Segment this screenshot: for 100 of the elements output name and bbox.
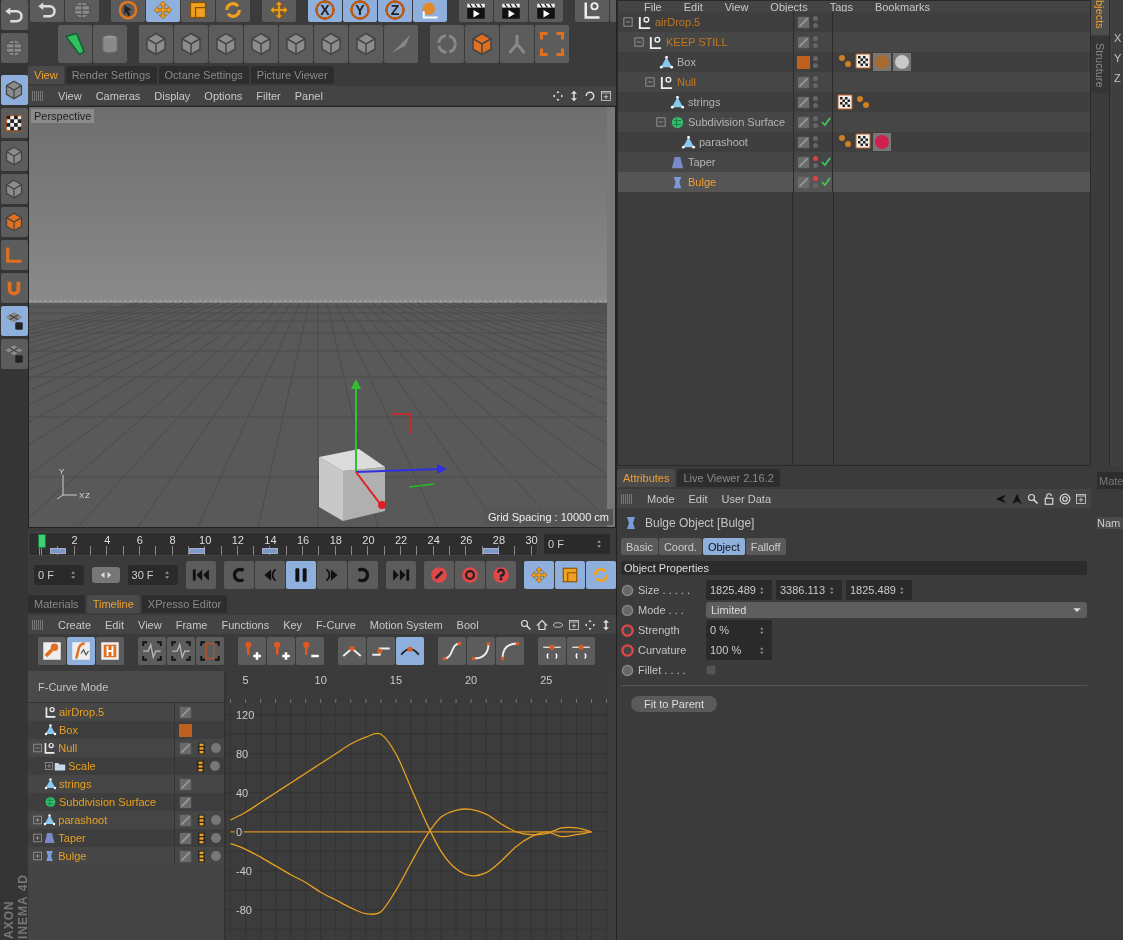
- menu-item[interactable]: View: [58, 89, 82, 102]
- checkbox[interactable]: [706, 665, 716, 675]
- visibility-dots[interactable]: [813, 116, 818, 128]
- playhead[interactable]: [38, 534, 46, 548]
- add-frame-icon[interactable]: [1075, 492, 1087, 505]
- menu-item[interactable]: Edit: [688, 492, 708, 505]
- menu-item[interactable]: Key: [283, 618, 303, 631]
- visibility-dots[interactable]: [813, 96, 818, 108]
- up-down-arrow-icon[interactable]: [568, 89, 580, 102]
- tool-button[interactable]: [138, 637, 166, 665]
- visibility-dots[interactable]: [813, 76, 818, 88]
- object-name[interactable]: parashoot: [699, 136, 748, 148]
- target-icon[interactable]: [1059, 492, 1071, 505]
- frame-field[interactable]: 30 F: [127, 565, 178, 585]
- tab[interactable]: Render Settings: [65, 66, 157, 84]
- menu-item[interactable]: F-Curve: [316, 618, 356, 631]
- dots-icon[interactable]: [837, 133, 853, 149]
- timeline-ruler[interactable]: 2 4 6 8 10 12 14 16 18 20 22 24 26 28 30: [28, 532, 538, 556]
- tool-button[interactable]: [0, 108, 28, 138]
- stepper-button[interactable]: [92, 567, 120, 583]
- tool-button[interactable]: [494, 0, 528, 22]
- keyframe-toggle-icon[interactable]: [621, 663, 634, 677]
- frame-field[interactable]: 0 F: [34, 565, 85, 585]
- menu-item[interactable]: Functions: [221, 618, 270, 631]
- checker-icon[interactable]: [837, 94, 853, 110]
- tab[interactable]: Mate: [1097, 472, 1123, 489]
- menu-item[interactable]: File: [644, 3, 662, 12]
- tab[interactable]: Coord.: [658, 538, 702, 555]
- number-field[interactable]: 0 %: [706, 620, 772, 640]
- menu-item[interactable]: Frame: [175, 618, 208, 631]
- number-field[interactable]: 1825.489: [706, 580, 772, 600]
- track-name[interactable]: airDrop.5: [59, 706, 174, 718]
- tab[interactable]: Basic: [621, 538, 658, 555]
- keyframe-toggle-icon[interactable]: [621, 623, 634, 637]
- collapse-icon[interactable]: [622, 16, 634, 28]
- dots-icon[interactable]: [855, 94, 871, 110]
- menu-item[interactable]: Edit: [105, 618, 124, 631]
- curve-line[interactable]: [229, 732, 593, 877]
- number-field[interactable]: 1825.489: [846, 580, 912, 600]
- rotate-icon[interactable]: [584, 89, 596, 102]
- home-icon[interactable]: [536, 618, 548, 631]
- keyframe-toggle-icon[interactable]: [621, 583, 634, 597]
- camera-label[interactable]: Perspective: [31, 109, 95, 123]
- tab[interactable]: Object: [702, 538, 745, 555]
- menu-item[interactable]: Panel: [294, 89, 323, 102]
- checkmark-icon[interactable]: [821, 117, 831, 127]
- tab[interactable]: XPresso Editor: [141, 595, 228, 613]
- collapse-icon[interactable]: [655, 116, 667, 128]
- menu-item[interactable]: Bookmarks: [874, 3, 930, 12]
- viewport[interactable]: Perspective Grid Spacing : 10000 cm Y XZ: [28, 106, 616, 528]
- fit-to-parent-button[interactable]: Fit to Parent: [631, 696, 717, 712]
- tab[interactable]: Timeline: [86, 595, 140, 613]
- checkmark-icon[interactable]: [821, 177, 831, 187]
- collapse-icon[interactable]: [644, 76, 656, 88]
- keyframe-toggle-icon[interactable]: [621, 643, 634, 657]
- search-icon[interactable]: [520, 618, 532, 631]
- menu-item[interactable]: Edit: [683, 3, 703, 12]
- expand-icon[interactable]: [32, 850, 44, 862]
- object-name[interactable]: Taper: [688, 156, 716, 168]
- tool-button[interactable]: [396, 637, 424, 665]
- expand-icon[interactable]: [32, 814, 44, 826]
- object-name[interactable]: Subdivision Surface: [688, 116, 786, 128]
- menu-item[interactable]: Filter: [256, 89, 281, 102]
- object-name[interactable]: airDrop.5: [655, 16, 701, 28]
- menu-item[interactable]: Options: [204, 89, 243, 102]
- visibility-dots[interactable]: [813, 176, 818, 188]
- axis-button[interactable]: Y: [343, 0, 377, 22]
- object-name[interactable]: Bulge: [688, 176, 717, 188]
- tool-button[interactable]: [459, 0, 493, 22]
- navigate-icon[interactable]: [584, 618, 596, 631]
- tool-button[interactable]: [267, 637, 295, 665]
- menu-item[interactable]: Bool: [456, 618, 479, 631]
- tool-button[interactable]: [529, 0, 563, 22]
- track-name[interactable]: parashoot: [58, 814, 174, 826]
- collapse-icon[interactable]: [32, 742, 44, 754]
- object-name[interactable]: Box: [677, 56, 696, 68]
- mode-dropdown[interactable]: Limited: [706, 602, 1087, 618]
- tab[interactable]: bjects: [1091, 0, 1109, 35]
- dots-icon[interactable]: [837, 53, 853, 69]
- grip-handle[interactable]: [621, 493, 633, 504]
- back-arrow-icon[interactable]: [995, 492, 1007, 505]
- add-frame-icon[interactable]: [568, 618, 580, 631]
- tab[interactable]: Falloff: [745, 538, 786, 555]
- grip-handle[interactable]: [32, 619, 44, 630]
- tool-button[interactable]: [167, 637, 195, 665]
- tab[interactable]: Materials: [28, 595, 85, 613]
- menu-item[interactable]: View: [138, 618, 162, 631]
- menu-item[interactable]: View: [724, 3, 749, 12]
- track-name[interactable]: strings: [59, 778, 174, 790]
- menu-item[interactable]: User Data: [721, 492, 772, 505]
- checker-icon[interactable]: [855, 53, 871, 69]
- tool-button[interactable]: [96, 637, 124, 665]
- tab[interactable]: Live Viewer 2.16.2: [677, 469, 780, 487]
- menu-item[interactable]: Mode: [647, 492, 675, 505]
- add-frame-icon[interactable]: [600, 89, 612, 102]
- checkmark-icon[interactable]: [821, 157, 831, 167]
- expand-icon[interactable]: [32, 832, 44, 844]
- navigate-icon[interactable]: [552, 89, 564, 102]
- tab[interactable]: Attributes: [617, 469, 676, 487]
- menu-item[interactable]: Motion System: [369, 618, 443, 631]
